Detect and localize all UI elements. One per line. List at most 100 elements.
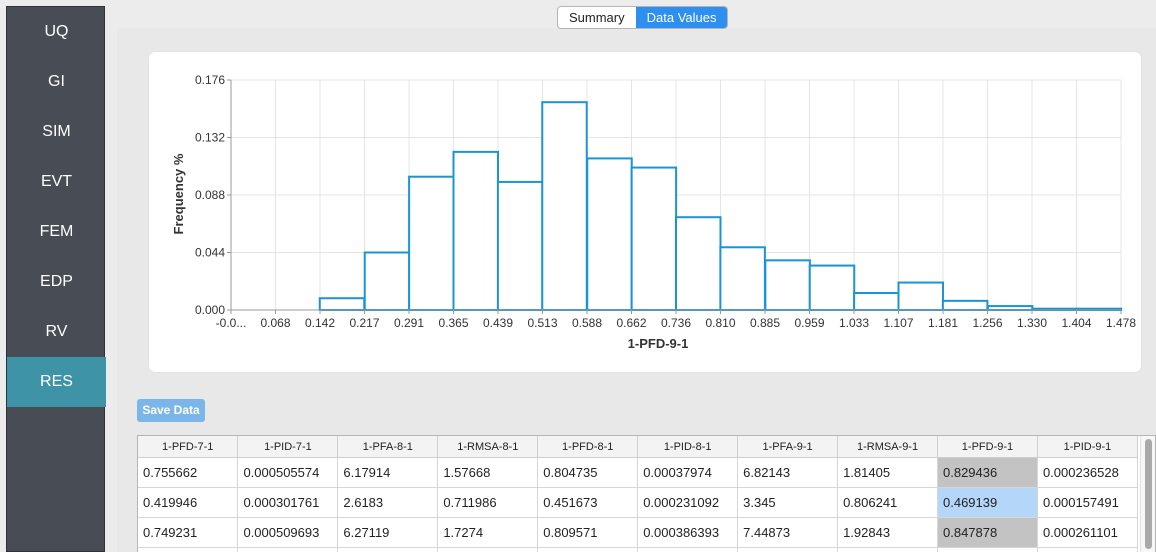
x-tick-label: 0.291: [394, 316, 424, 330]
table-cell[interactable]: [138, 547, 239, 552]
table-cell[interactable]: 0.000509693: [237, 517, 339, 548]
table-cell[interactable]: 2.6183: [337, 487, 439, 518]
table-cell[interactable]: 1.92843: [837, 517, 938, 548]
table-cell[interactable]: [337, 547, 439, 552]
column-header[interactable]: 1-PFD-8-1: [537, 436, 639, 458]
table-row[interactable]: 0.749231 0.000509693 6.27119 1.7274 0.809571…: [138, 517, 1139, 548]
histogram-chart: -0.0... 0.068 0.142 0.217 0.291 0.365 0.439 0.5…: [171, 73, 1136, 351]
table-header-row: 1-PFD-7-1 1-PID-7-1 1-PFA-8-1 1-RMSA-8-1 1-P…: [138, 436, 1139, 458]
table-cell[interactable]: 6.82143: [737, 457, 839, 488]
column-header[interactable]: 1-PID-8-1: [637, 436, 739, 458]
histogram-bar: [363, 251, 411, 311]
histogram-card: -0.0... 0.068 0.142 0.217 0.291 0.365 0.439 0.5…: [149, 52, 1141, 372]
table-cell[interactable]: [837, 547, 938, 552]
column-header[interactable]: 1-PFD-9-1: [937, 436, 1038, 458]
histogram-bar: [452, 150, 499, 311]
x-tick-label: 0.588: [572, 316, 602, 330]
save-data-button[interactable]: Save Data: [137, 399, 205, 422]
table-cell[interactable]: 0.451673: [537, 487, 639, 518]
histogram-bar: [764, 259, 811, 312]
column-header[interactable]: 1-RMSA-9-1: [837, 436, 938, 458]
table-cell[interactable]: 0.000157491: [1037, 487, 1139, 518]
table-cell[interactable]: [937, 547, 1038, 552]
histogram-bar: [719, 246, 766, 311]
table-cell[interactable]: 6.27119: [337, 517, 439, 548]
x-tick-label: 0.217: [349, 316, 379, 330]
table-cell[interactable]: [537, 547, 639, 552]
table-cell[interactable]: [737, 547, 839, 552]
table-cell[interactable]: 0.847878: [937, 517, 1038, 548]
histogram-bar: [941, 299, 989, 312]
x-tick-label: 0.365: [438, 316, 468, 330]
column-header[interactable]: 1-RMSA-8-1: [437, 436, 539, 458]
y-tick-label: 0.044: [195, 246, 225, 260]
table-cell[interactable]: 0.755662: [138, 457, 239, 488]
sidebar: UQ GI SIM EVT FEM EDP RV RES: [6, 6, 106, 552]
sidebar-item-fem[interactable]: FEM: [7, 207, 106, 257]
table-cell[interactable]: 0.00037974: [637, 457, 739, 488]
x-tick-label: 0.959: [794, 316, 824, 330]
sidebar-item-gi[interactable]: GI: [7, 57, 106, 107]
table-row[interactable]: 0.755662 0.000505574 6.17914 1.57668 0.80473…: [138, 457, 1139, 488]
histogram-bar: [630, 166, 678, 311]
table-cell[interactable]: 0.000261101: [1037, 517, 1139, 548]
table-cell[interactable]: 0.804735: [537, 457, 639, 488]
table-cell[interactable]: 3.345: [737, 487, 839, 518]
scrollbar-thumb[interactable]: [1145, 439, 1152, 549]
table-cell[interactable]: 0.419946: [138, 487, 239, 518]
table-cell[interactable]: 0.829436: [937, 457, 1038, 488]
x-tick-label: -0.0...: [216, 316, 247, 330]
table-cell[interactable]: 7.44873: [737, 517, 839, 548]
tab-summary[interactable]: Summary: [558, 7, 636, 28]
table-cell[interactable]: 1.7274: [437, 517, 539, 548]
table-cell[interactable]: [437, 547, 539, 552]
sidebar-item-evt[interactable]: EVT: [7, 157, 106, 207]
table-cell[interactable]: 0.806241: [837, 487, 938, 518]
x-tick-label: 0.662: [616, 316, 646, 330]
x-tick-label: 1.404: [1061, 316, 1091, 330]
y-tick-label: 0.176: [195, 73, 225, 87]
table-cell[interactable]: 0.000301761: [237, 487, 339, 518]
table-cell[interactable]: [1037, 547, 1139, 552]
table-row[interactable]: 0.419946 0.000301761 2.6183 0.711986 0.45167…: [138, 487, 1139, 518]
column-header[interactable]: 1-PFD-7-1: [138, 436, 239, 458]
view-segmented-control: Summary Data Values: [557, 6, 729, 29]
table-cell[interactable]: 0.000505574: [237, 457, 339, 488]
x-tick-label: 0.142: [305, 316, 335, 330]
x-tick-label: 1.033: [839, 316, 869, 330]
y-tick-label: 0.132: [195, 131, 225, 145]
table-cell[interactable]: 0.000236528: [1037, 457, 1139, 488]
sidebar-item-sim[interactable]: SIM: [7, 107, 106, 157]
sidebar-item-rv[interactable]: RV: [7, 307, 106, 357]
x-tick-label: 0.885: [750, 316, 780, 330]
table-cell[interactable]: 0.000231092: [637, 487, 739, 518]
column-header[interactable]: 1-PFA-9-1: [737, 436, 839, 458]
table-cell[interactable]: [637, 547, 739, 552]
column-header[interactable]: 1-PID-7-1: [237, 436, 339, 458]
table-row[interactable]: [138, 547, 1139, 552]
column-header[interactable]: 1-PFA-8-1: [337, 436, 439, 458]
table-cell[interactable]: 0.749231: [138, 517, 239, 548]
table-cell[interactable]: 0.711986: [437, 487, 539, 518]
table-cell[interactable]: [237, 547, 339, 552]
table-cell[interactable]: 0.469139: [937, 487, 1038, 518]
x-tick-label: 0.736: [661, 316, 691, 330]
x-tick-label: 0.513: [527, 316, 557, 330]
sidebar-item-edp[interactable]: EDP: [7, 257, 106, 307]
table-cell[interactable]: 1.81405: [837, 457, 938, 488]
column-header[interactable]: 1-PID-9-1: [1037, 436, 1139, 458]
table-cell[interactable]: 0.809571: [537, 517, 639, 548]
table-cell[interactable]: 6.17914: [337, 457, 439, 488]
sidebar-item-res[interactable]: RES: [7, 357, 106, 407]
histogram-bar: [808, 264, 856, 311]
table-scrollbar[interactable]: [1140, 436, 1155, 552]
histogram-bar: [675, 216, 722, 311]
tab-data-values[interactable]: Data Values: [635, 7, 728, 28]
sidebar-item-uq[interactable]: UQ: [7, 7, 106, 57]
x-axis-label: 1-PFD-9-1: [628, 336, 689, 351]
table-cell[interactable]: 0.000386393: [637, 517, 739, 548]
data-table: 1-PFD-7-1 1-PID-7-1 1-PFA-8-1 1-RMSA-8-1 1-P…: [137, 435, 1156, 552]
x-tick-label: 1.330: [1017, 316, 1047, 330]
y-tick-label: 0.088: [195, 188, 225, 202]
table-cell[interactable]: 1.57668: [437, 457, 539, 488]
